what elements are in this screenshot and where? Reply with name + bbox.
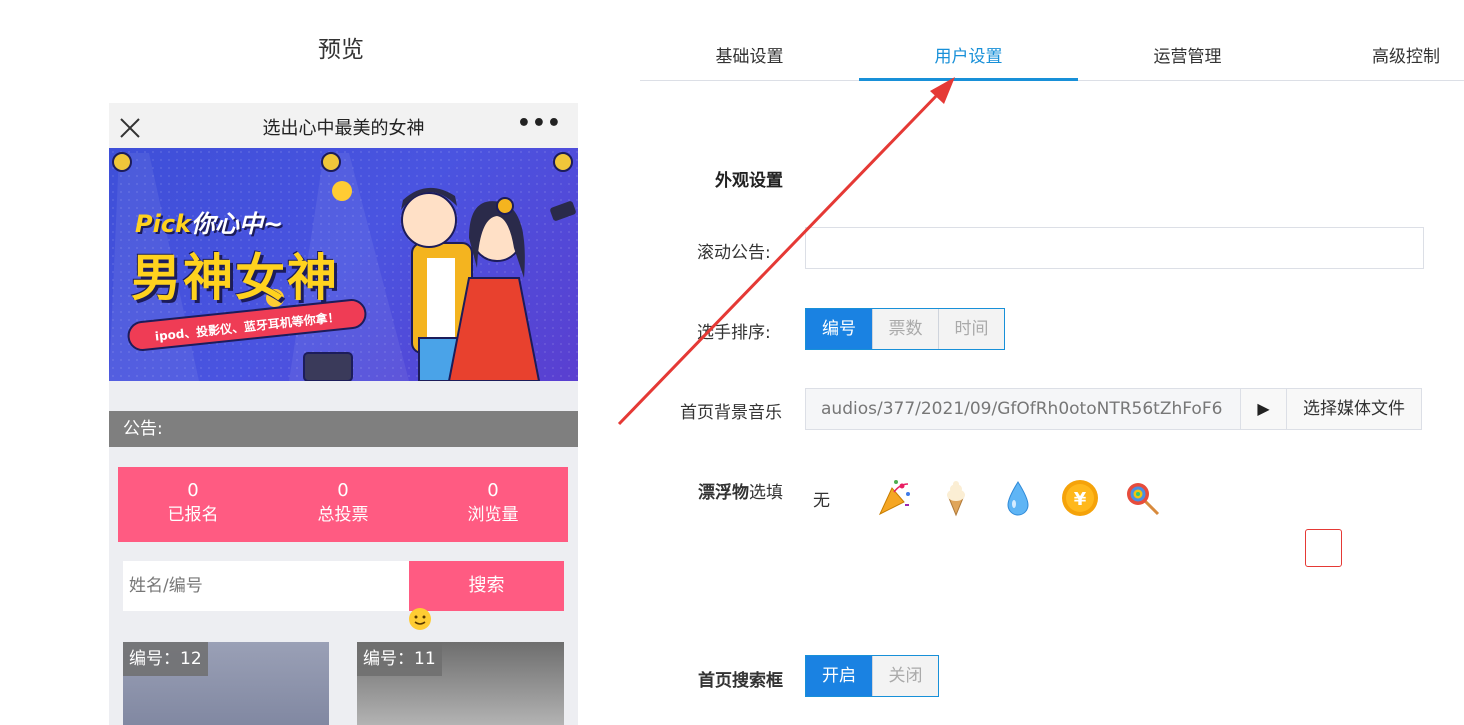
preview-search: 搜索 [123, 561, 564, 611]
contestant-number: 编号：11 [357, 642, 442, 676]
music-path-input[interactable]: audios/377/2021/09/GfOfRh0otoNTR56tZhFoF… [806, 389, 1241, 429]
float-selection-box[interactable] [1305, 529, 1342, 567]
stat-signups: 0 已报名 [118, 467, 268, 542]
play-icon[interactable]: ▶ [1241, 389, 1287, 429]
active-tab-indicator [859, 78, 1078, 81]
more-icon[interactable]: ••• [517, 111, 562, 136]
contestant-card[interactable]: 编号：11 [357, 642, 564, 725]
sort-by-time[interactable]: 时间 [938, 309, 1004, 349]
stat-votes: 0 总投票 [268, 467, 418, 542]
emoji-icon [409, 608, 431, 630]
stat-label: 浏览量 [467, 505, 519, 525]
phone-page-title: 选出心中最美的女神 [262, 118, 425, 139]
stat-value: 0 [487, 480, 499, 501]
water-drop-icon[interactable] [987, 478, 1049, 518]
sort-segmented: 编号 票数 时间 [805, 308, 1005, 350]
marquee-label: 滚动公告: [697, 243, 771, 263]
banner-headline: 男神女神 [131, 249, 339, 307]
sort-by-number[interactable]: 编号 [806, 309, 872, 349]
sort-by-votes[interactable]: 票数 [872, 309, 938, 349]
banner-pick-text: Pick你心中~ [135, 204, 283, 239]
tab-operations[interactable]: 运营管理 [1078, 42, 1297, 67]
preview-title: 预览 [318, 37, 364, 63]
stat-views: 0 浏览量 [418, 467, 568, 542]
stat-label: 总投票 [317, 505, 369, 525]
tab-advanced-control[interactable]: 高级控制 [1297, 42, 1464, 67]
yen-coin-icon[interactable]: ¥ [1049, 478, 1111, 518]
tab-user-settings[interactable]: 用户设置 [859, 42, 1078, 67]
music-field: audios/377/2021/09/GfOfRh0otoNTR56tZhFoF… [805, 388, 1422, 430]
banner-pick-cn: 你心中~ [191, 210, 284, 238]
ice-cream-icon[interactable] [925, 478, 987, 518]
notice-bar: 公告: [109, 411, 578, 447]
home-search-toggle: 开启 关闭 [805, 655, 939, 697]
search-button[interactable]: 搜索 [409, 561, 564, 611]
stat-value: 0 [187, 480, 199, 501]
party-popper-icon[interactable] [863, 478, 925, 518]
contestant-number: 编号：12 [123, 642, 208, 676]
contestant-card[interactable]: 编号：12 [123, 642, 329, 725]
stat-value: 0 [337, 480, 349, 501]
sort-label: 选手排序: [697, 323, 771, 343]
tab-basic-settings[interactable]: 基础设置 [640, 42, 859, 67]
marquee-input[interactable] [805, 227, 1424, 269]
section-title: 外观设置 [715, 171, 783, 191]
home-search-off[interactable]: 关闭 [872, 656, 938, 696]
page: 预览 选出心中最美的女神 ••• Pick你心中~ 男神女神 ipod、投影仪、… [0, 0, 1464, 725]
float-label: 漂浮物选填 [698, 478, 783, 503]
settings-tabs: 基础设置 用户设置 运营管理 高级控制 [640, 30, 1464, 81]
stats-panel: 0 已报名 0 总投票 0 浏览量 [118, 467, 568, 542]
banner-pick-en: Pick [135, 210, 192, 238]
home-search-on[interactable]: 开启 [806, 656, 872, 696]
home-search-label: 首页搜索框 [698, 671, 783, 691]
phone-title-bar: 选出心中最美的女神 ••• [109, 103, 578, 148]
phone-preview: 选出心中最美的女神 ••• Pick你心中~ 男神女神 ipod、投影仪、蓝牙耳… [109, 103, 578, 725]
search-input[interactable] [123, 561, 409, 611]
float-label-optional: 选填 [749, 483, 783, 503]
music-label: 首页背景音乐 [680, 403, 782, 423]
banner-image: Pick你心中~ 男神女神 ipod、投影仪、蓝牙耳机等你拿！ [109, 148, 578, 381]
choose-media-button[interactable]: 选择媒体文件 [1287, 389, 1421, 429]
float-none[interactable]: 无 [813, 478, 835, 518]
float-options: 无 ¥ [813, 478, 1173, 518]
stat-label: 已报名 [167, 505, 219, 525]
float-label-bold: 漂浮物 [698, 483, 749, 503]
lollipop-icon[interactable] [1111, 478, 1173, 518]
svg-text:¥: ¥ [1074, 489, 1087, 510]
